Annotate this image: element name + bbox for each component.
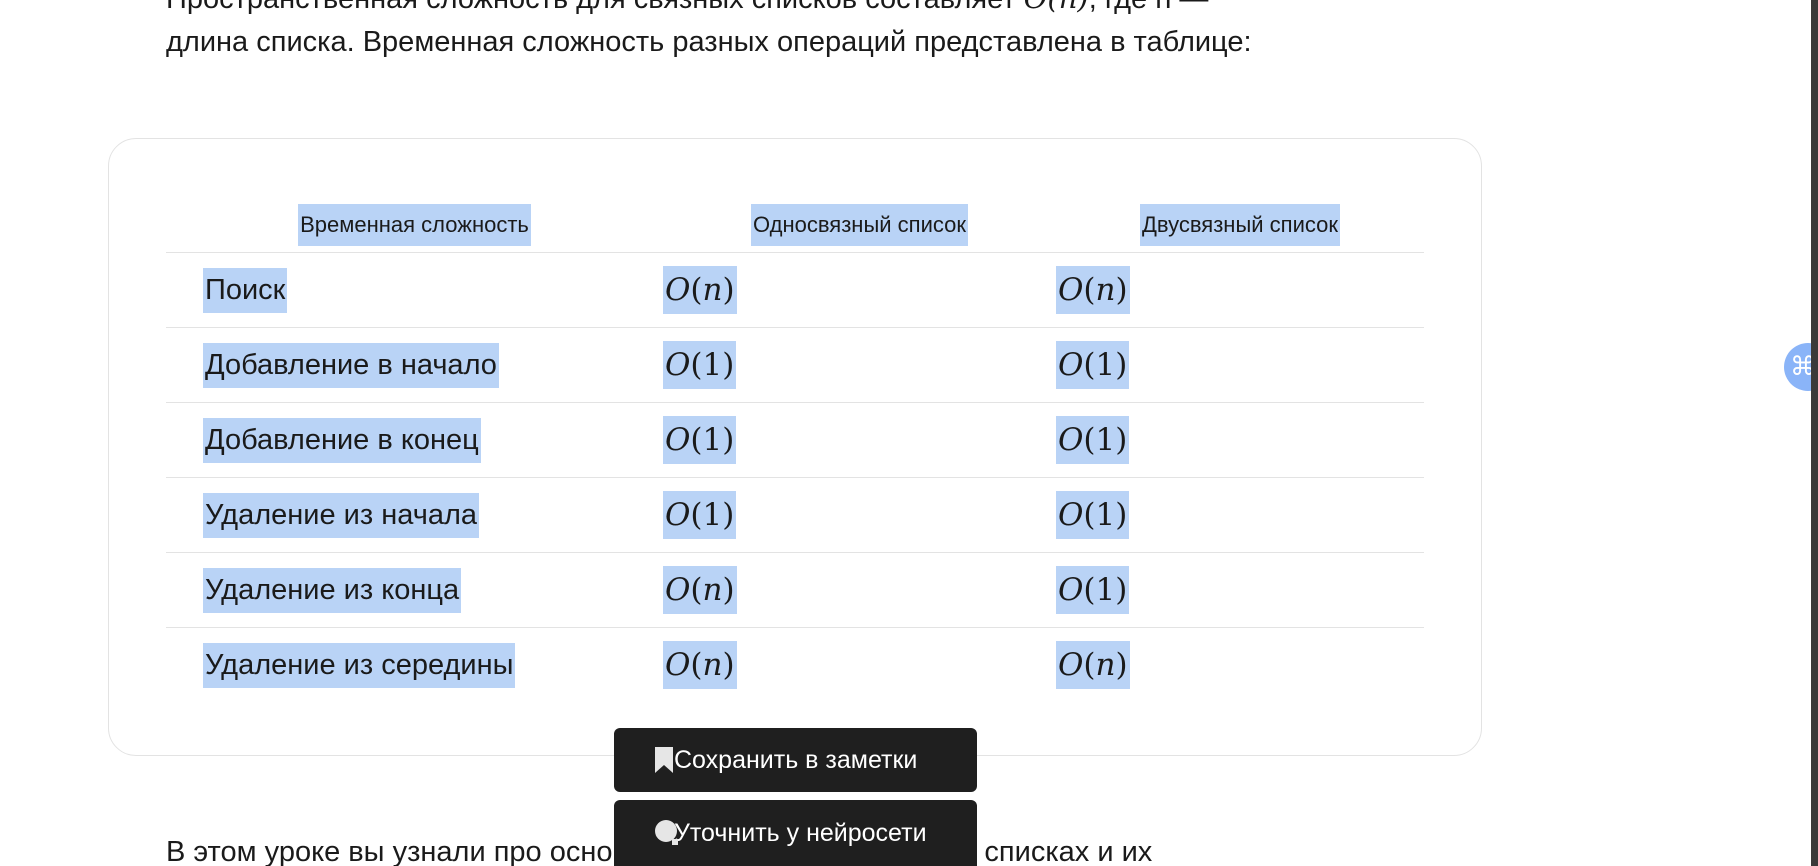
operation-cell: Добавление в конец [166,402,663,478]
operation-cell: Удаление из конца [166,552,663,628]
table-row: Добавление в начало O(1) O(1) [166,327,1424,403]
table-row: Поиск O(n) O(n) [166,252,1424,328]
header-time-complexity: Временная сложность [166,197,663,253]
singly-linked-cell: O(1) [663,402,1056,478]
doubly-linked-cell: O(1) [1056,477,1424,553]
complexity-value: O(1) [1056,566,1130,614]
complexity-value: O(1) [663,341,737,389]
operation-label: Удаление из начала [203,492,480,538]
table-header-row: Временная сложность Односвязный список Д… [166,197,1424,253]
header-singly-linked: Односвязный список [663,197,1056,253]
operation-label: Добавление в конец [203,417,481,463]
doubly-linked-cell: O(n) [1056,252,1424,328]
complexity-value: O(n) [1056,266,1130,314]
doubly-linked-cell: O(1) [1056,552,1424,628]
bookmark-icon [655,747,673,773]
window-edge [1811,0,1818,866]
complexity-value: O(1) [1056,416,1130,464]
complexity-value: O(n) [663,641,737,689]
operation-cell: Поиск [166,252,663,328]
operation-cell: Добавление в начало [166,327,663,403]
singly-linked-cell: O(n) [663,552,1056,628]
intro-line-1-prefix: Пространственная сложность для связных с… [166,0,1024,15]
header-doubly-linked: Двусвязный список [1056,197,1424,253]
operation-label: Удаление из конца [203,567,462,613]
save-to-notes-label: Сохранить в заметки [674,745,918,774]
intro-line-1-suffix: , где n — [1089,0,1209,15]
intro-line-2: длина списка. Временная сложность разных… [166,26,1252,58]
doubly-linked-cell: O(1) [1056,327,1424,403]
complexity-value: O(n) [1056,641,1130,689]
table-row: Удаление из конца O(n) O(1) [166,552,1424,628]
complexity-value: O(1) [1056,491,1130,539]
operation-label: Поиск [203,267,288,313]
table-row: Добавление в конец O(1) O(1) [166,402,1424,478]
complexity-table: Временная сложность Односвязный список Д… [166,197,1424,702]
save-to-notes-button[interactable]: Сохранить в заметки [614,728,977,792]
intro-line-1-math: O(n) [1024,0,1089,15]
ask-ai-button[interactable]: Уточнить у нейросети [614,800,977,866]
complexity-table-card: Временная сложность Односвязный список Д… [108,138,1482,756]
singly-linked-cell: O(n) [663,252,1056,328]
operation-label: Удаление из середины [203,642,516,688]
table-row: Удаление из середины O(n) O(n) [166,628,1424,703]
intro-line-1: Пространственная сложность для связных с… [166,0,1208,19]
singly-linked-cell: O(1) [663,327,1056,403]
complexity-value: O(1) [663,416,737,464]
operation-label: Добавление в начало [203,342,499,388]
complexity-value: O(1) [1056,341,1130,389]
complexity-value: O(n) [663,266,737,314]
doubly-linked-cell: O(1) [1056,402,1424,478]
doubly-linked-cell: O(n) [1056,628,1424,703]
operation-cell: Удаление из начала [166,477,663,553]
table-row: Удаление из начала O(1) O(1) [166,477,1424,553]
singly-linked-cell: O(1) [663,477,1056,553]
ask-ai-label: Уточнить у нейросети [674,818,927,847]
singly-linked-cell: O(n) [663,628,1056,703]
ai-chat-icon [655,820,678,845]
operation-cell: Удаление из середины [166,628,663,703]
complexity-value: O(1) [663,491,737,539]
complexity-value: O(n) [663,566,737,614]
lesson-page: Пространственная сложность для связных с… [0,0,1818,866]
